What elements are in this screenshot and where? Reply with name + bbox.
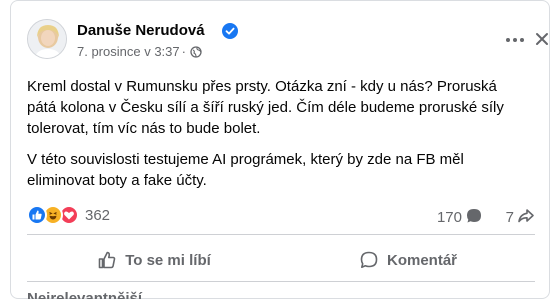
post-actions: To se mi líbí Komentář [27, 241, 535, 279]
avatar[interactable] [27, 19, 67, 59]
meta-separator: · [181, 44, 186, 59]
post-timestamp[interactable]: 7. prosince v 3:37 [77, 44, 180, 59]
share-count[interactable]: 7 [506, 207, 535, 226]
post-body: Kreml dostal v Rumunsku přes prsty. Otáz… [27, 76, 527, 201]
comment-sort-dropdown[interactable]: Nejrelevantnější [27, 290, 142, 299]
globe-icon [190, 46, 202, 61]
comment-bubble-icon [467, 209, 481, 223]
close-post-button[interactable] [527, 25, 557, 55]
post-paragraph: Kreml dostal v Rumunsku přes prsty. Otáz… [27, 78, 504, 137]
share-icon [518, 209, 534, 223]
author-name[interactable]: Danuše Nerudová [77, 22, 205, 39]
post-card: Danuše Nerudová 7. prosince v 3:37 · Krem… [10, 0, 550, 299]
post-paragraph: V této souvislosti testujeme AI prográme… [27, 151, 464, 189]
post-stats: 362 170 7 [27, 203, 535, 227]
ellipsis-icon [506, 38, 524, 42]
comment-count[interactable]: 170 [437, 207, 483, 226]
divider [27, 281, 535, 282]
post-meta: 7. prosince v 3:37 · [77, 44, 202, 61]
thumbs-up-icon [98, 251, 116, 269]
reaction-count[interactable]: 362 [85, 207, 110, 224]
comment-icon [360, 251, 378, 268]
share-count-value: 7 [505, 209, 514, 226]
divider [27, 234, 535, 235]
verified-badge-icon [222, 23, 238, 39]
close-icon [536, 33, 548, 45]
like-button-label: To se mi líbí [125, 251, 211, 269]
comment-count-value: 170 [436, 209, 462, 226]
post-header: Danuše Nerudová 7. prosince v 3:37 · [27, 19, 535, 63]
like-button[interactable]: To se mi líbí [27, 241, 281, 279]
comment-button[interactable]: Komentář [281, 241, 535, 279]
comment-button-label: Komentář [386, 251, 457, 269]
like-reaction-icon [27, 205, 47, 225]
